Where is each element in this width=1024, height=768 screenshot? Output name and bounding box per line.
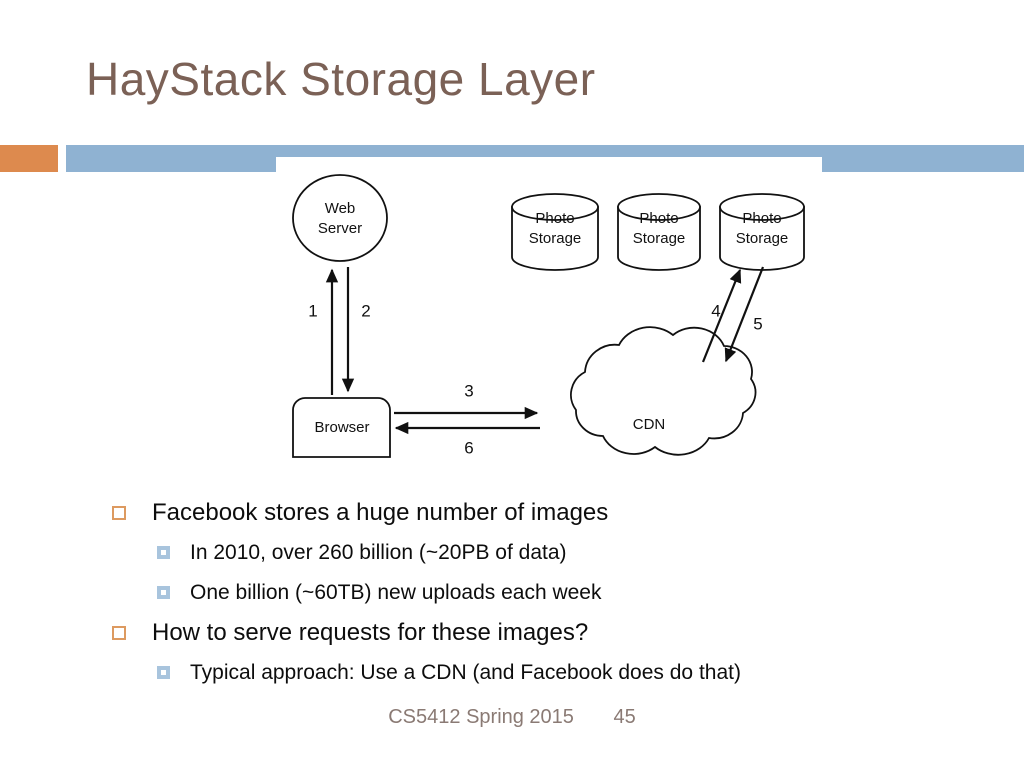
bullet-item: One billion (~60TB) new uploads each wee… xyxy=(157,577,972,617)
page-title: HayStack Storage Layer xyxy=(86,53,596,105)
edge-2-label: 2 xyxy=(361,301,370,320)
edge-3-browser-to-cdn: 3 xyxy=(394,381,539,420)
node-browser-label: Browser xyxy=(314,419,369,436)
node-photo-storage-3: Photo Storage xyxy=(719,193,805,271)
footer-slide-number: 45 xyxy=(613,706,636,728)
footer-course-label: CS5412 Spring 2015 xyxy=(388,706,574,728)
node-web-server-label-line1: Web xyxy=(325,200,356,217)
node-web-server: Web Server xyxy=(292,174,388,262)
bullet-list: Facebook stores a huge number of images … xyxy=(112,497,972,697)
node-photo-storage-2-label-line2: Storage xyxy=(633,230,686,247)
bullet-text: Typical approach: Use a CDN (and Faceboo… xyxy=(190,661,741,684)
bullet-text: One billion (~60TB) new uploads each wee… xyxy=(190,581,602,604)
bullet-text: How to serve requests for these images? xyxy=(152,619,589,646)
node-photo-storage-3-label-line1: Photo xyxy=(742,210,781,227)
haystack-cdn-flow-diagram: Web Server Photo Storage Photo Storage P… xyxy=(276,157,822,492)
node-photo-storage-3-label-line2: Storage xyxy=(736,230,789,247)
edge-4-label: 4 xyxy=(711,301,720,320)
node-web-server-label-line2: Server xyxy=(318,220,362,237)
node-photo-storage-1-label-line2: Storage xyxy=(529,230,582,247)
bullet-marker-level2-icon xyxy=(157,586,170,599)
bullet-text: In 2010, over 260 billion (~20PB of data… xyxy=(190,541,567,564)
bullet-marker-level1-icon xyxy=(112,506,126,520)
bullet-marker-level1-icon xyxy=(112,626,126,640)
node-cdn-cloud: CDN xyxy=(570,326,757,456)
bullet-item: Typical approach: Use a CDN (and Faceboo… xyxy=(157,657,972,697)
bullet-marker-level2-icon xyxy=(157,666,170,679)
node-photo-storage-1-label-line1: Photo xyxy=(535,210,574,227)
node-photo-storage-2: Photo Storage xyxy=(617,193,701,271)
edge-5-photo-storage-to-cdn: 5 xyxy=(724,266,765,363)
edge-5-label: 5 xyxy=(753,314,762,333)
edge-1-label: 1 xyxy=(308,301,317,320)
node-photo-storage-2-label-line1: Photo xyxy=(639,210,678,227)
node-cdn-label: CDN xyxy=(633,416,666,433)
slide-footer: CS5412 Spring 2015 45 xyxy=(0,706,1024,729)
edge-2-web-server-to-browser: 2 xyxy=(341,267,371,393)
header-accent-bar-orange xyxy=(0,145,58,172)
edge-6-cdn-to-browser: 6 xyxy=(394,421,540,457)
edge-6-label: 6 xyxy=(464,438,473,457)
bullet-marker-level2-icon xyxy=(157,546,170,559)
bullet-item: In 2010, over 260 billion (~20PB of data… xyxy=(157,537,972,577)
edge-3-label: 3 xyxy=(464,381,473,400)
bullet-item: Facebook stores a huge number of images xyxy=(112,497,972,537)
bullet-item: How to serve requests for these images? xyxy=(112,617,972,657)
node-browser: Browser xyxy=(292,397,391,458)
node-photo-storage-1: Photo Storage xyxy=(511,193,599,271)
edge-1-browser-to-web-server: 1 xyxy=(308,268,339,395)
bullet-text: Facebook stores a huge number of images xyxy=(152,499,609,526)
